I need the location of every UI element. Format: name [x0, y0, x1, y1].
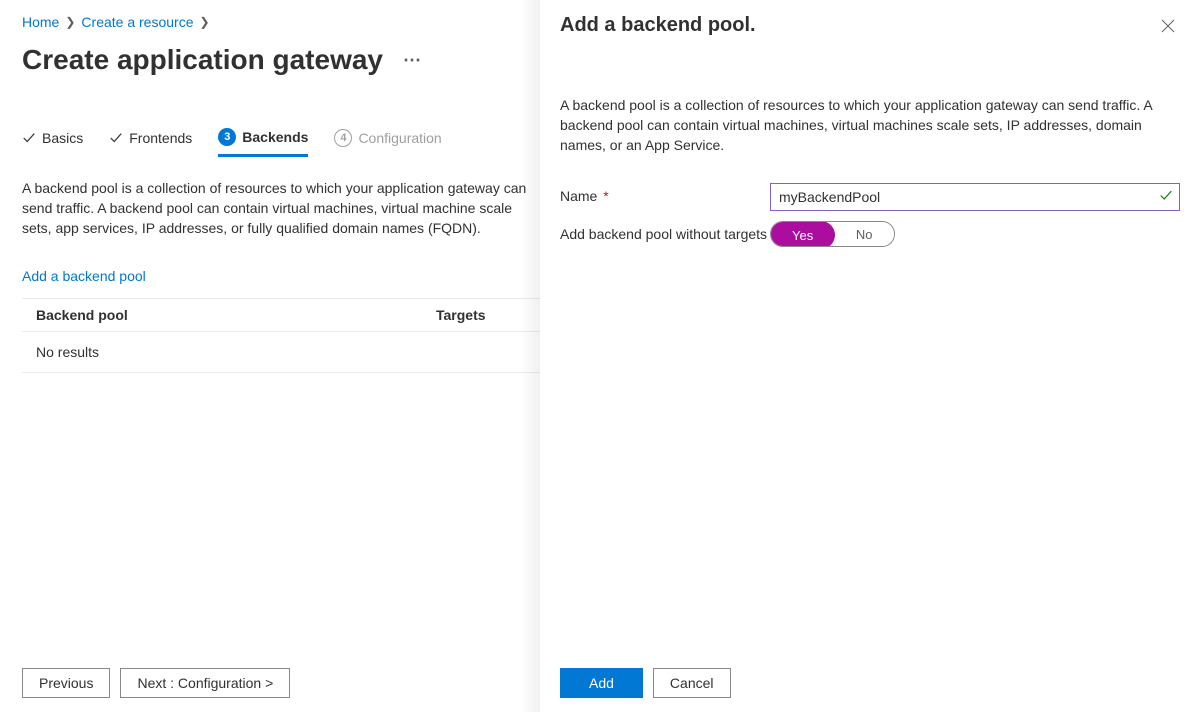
table-header-row: Backend pool Targets [22, 298, 540, 332]
name-input[interactable] [771, 184, 1179, 210]
more-actions-button[interactable]: ⋯ [397, 50, 423, 71]
add-backend-pool-link[interactable]: Add a backend pool [22, 268, 146, 284]
toggle-option-yes[interactable]: Yes [770, 221, 835, 247]
name-label-text: Name [560, 188, 597, 204]
cancel-button[interactable]: Cancel [653, 668, 731, 698]
check-icon [22, 131, 36, 145]
column-header-backend-pool[interactable]: Backend pool [36, 307, 436, 323]
page-title: Create application gateway ⋯ [22, 44, 540, 76]
tab-description: A backend pool is a collection of resour… [22, 178, 540, 238]
chevron-right-icon: ❯ [197, 15, 211, 29]
required-indicator-icon: * [603, 188, 608, 204]
close-button[interactable] [1156, 14, 1180, 41]
panel-form: Name * Add backend pool without targets … [560, 183, 1180, 247]
panel-footer: Add Cancel [560, 668, 731, 698]
panel-title: Add a backend pool. [560, 14, 756, 37]
panel-description: A backend pool is a collection of resour… [560, 95, 1180, 155]
step-number-icon: 3 [218, 128, 236, 146]
column-header-targets[interactable]: Targets [436, 307, 486, 323]
no-targets-label: Add backend pool without targets [560, 221, 770, 242]
main-content: Home ❯ Create a resource ❯ Create applic… [0, 0, 540, 712]
form-row-no-targets: Add backend pool without targets Yes No [560, 221, 1180, 247]
backend-pool-table: Backend pool Targets No results [22, 298, 540, 373]
add-button[interactable]: Add [560, 668, 643, 698]
panel-header: Add a backend pool. [560, 14, 1180, 41]
tab-basics-label: Basics [42, 130, 83, 146]
add-backend-pool-panel: Add a backend pool. A backend pool is a … [540, 0, 1200, 712]
page-title-text: Create application gateway [22, 44, 383, 76]
valid-check-icon [1159, 189, 1173, 206]
tab-backends[interactable]: 3 Backends [218, 128, 308, 157]
form-row-name: Name * [560, 183, 1180, 211]
table-empty-row: No results [22, 332, 540, 373]
breadcrumb-home[interactable]: Home [22, 14, 59, 30]
name-input-wrapper [770, 183, 1180, 211]
wizard-footer: Previous Next : Configuration > [22, 668, 290, 698]
step-number-icon: 4 [334, 129, 352, 147]
tab-configuration: 4 Configuration [334, 129, 441, 155]
tab-frontends[interactable]: Frontends [109, 130, 192, 154]
previous-button[interactable]: Previous [22, 668, 110, 698]
breadcrumb: Home ❯ Create a resource ❯ [22, 14, 540, 30]
tab-frontends-label: Frontends [129, 130, 192, 146]
toggle-option-no[interactable]: No [834, 222, 894, 246]
next-button[interactable]: Next : Configuration > [120, 668, 290, 698]
breadcrumb-create-resource[interactable]: Create a resource [81, 14, 193, 30]
tab-configuration-label: Configuration [358, 130, 441, 146]
wizard-tabs: Basics Frontends 3 Backends 4 Configurat… [22, 128, 540, 156]
tab-basics[interactable]: Basics [22, 130, 83, 154]
check-icon [109, 131, 123, 145]
tab-backends-label: Backends [242, 129, 308, 145]
name-label: Name * [560, 183, 770, 204]
no-targets-toggle[interactable]: Yes No [770, 221, 895, 247]
chevron-right-icon: ❯ [63, 15, 77, 29]
